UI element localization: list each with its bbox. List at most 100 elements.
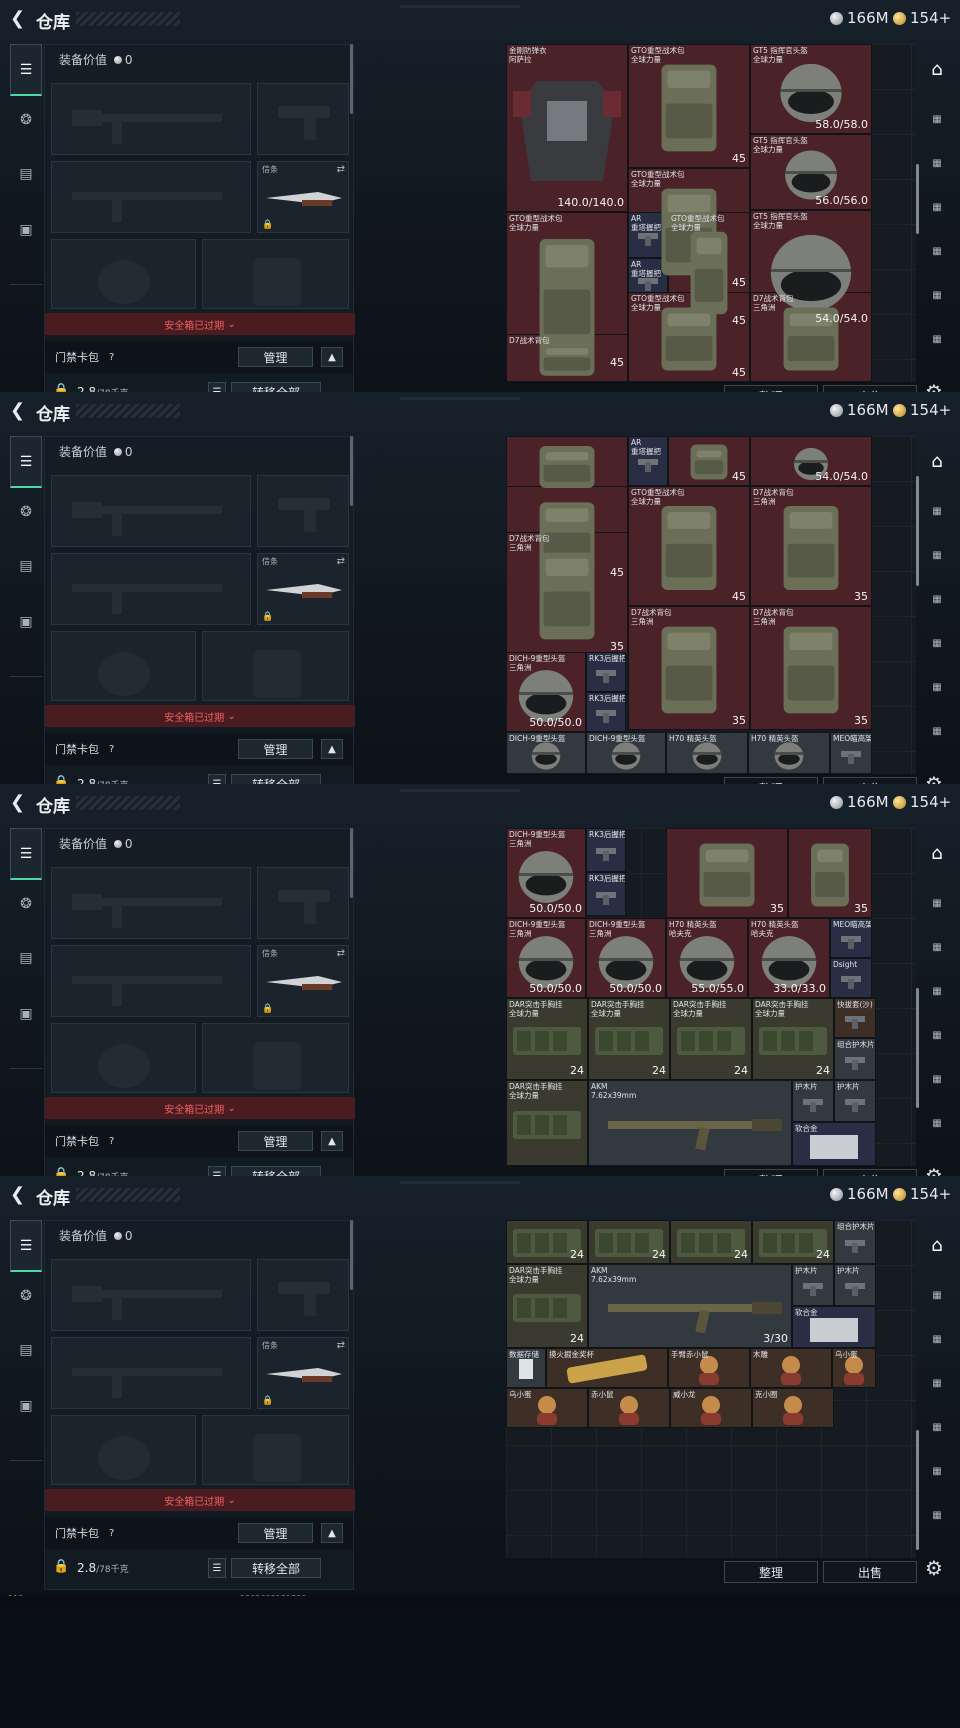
item-cell[interactable]: MEO瞄高架 <box>830 732 872 774</box>
grid-scrollbar[interactable] <box>916 1430 919 1550</box>
back-arrow-icon[interactable]: ❮ <box>10 402 28 420</box>
container-icon[interactable]: ▦ <box>920 886 954 920</box>
primary-weapon-slot[interactable] <box>51 867 251 939</box>
item-cell[interactable]: 35 <box>666 828 788 918</box>
item-cell[interactable]: RK3后握把 <box>586 828 626 872</box>
silver-currency[interactable]: 166M <box>830 1185 889 1203</box>
armor-tab-icon[interactable]: ❂ <box>10 1276 42 1316</box>
secondary-weapon-slot[interactable] <box>51 1337 251 1409</box>
item-cell[interactable]: 护木片 <box>834 1080 876 1122</box>
loadout-scrollbar[interactable] <box>350 828 353 898</box>
secondary-weapon-slot[interactable] <box>51 553 251 625</box>
item-cell[interactable]: RK3后握把 <box>586 872 626 916</box>
transfer-all-button[interactable]: 转移全部 <box>231 1558 321 1578</box>
item-cell[interactable]: MEO瞄高架 <box>830 918 872 958</box>
primary-weapon-slot[interactable] <box>51 1259 251 1331</box>
safe-box-expired[interactable]: 安全箱已过期 ⌄ <box>45 313 355 335</box>
manage-button[interactable]: 管理 <box>238 347 313 367</box>
item-cell[interactable]: 24 <box>506 1220 588 1264</box>
item-cell[interactable]: GTO重型战术包 全球力量 45 <box>628 292 750 382</box>
manage-button[interactable]: 管理 <box>238 1131 313 1151</box>
item-cell[interactable]: 护木片 <box>792 1264 834 1306</box>
item-cell[interactable]: 摸火掘金奖杯 <box>546 1348 668 1388</box>
container-icon[interactable]: ▦ <box>920 1278 954 1312</box>
pistol-slot[interactable] <box>257 83 349 155</box>
rig-tab-icon[interactable]: ▤ <box>10 1330 42 1370</box>
helmet-slot[interactable] <box>51 1023 196 1093</box>
item-cell[interactable]: 组合护木片 <box>834 1038 876 1080</box>
weapon-tab-icon[interactable]: ☰ <box>10 828 42 880</box>
helmet-slot[interactable] <box>51 1415 196 1485</box>
primary-weapon-slot[interactable] <box>51 83 251 155</box>
primary-weapon-slot[interactable] <box>51 475 251 547</box>
item-cell[interactable]: 乌小蛋 <box>832 1348 876 1388</box>
item-cell[interactable]: H70 精英头盔 哈夫克 33.0/33.0 <box>748 918 830 998</box>
container-icon[interactable]: ▦ <box>920 494 954 528</box>
container-icon[interactable]: ▦ <box>920 146 954 180</box>
gold-currency[interactable]: 154+ <box>893 1185 951 1203</box>
item-cell[interactable]: DICH-9重型头盔 三角洲 50.0/50.0 <box>506 918 586 998</box>
item-cell[interactable]: DICH-9重型头盔 <box>586 732 666 774</box>
container-icon[interactable]: ▦ <box>920 670 954 704</box>
manage-button[interactable]: 管理 <box>238 739 313 759</box>
armor-tab-icon[interactable]: ❂ <box>10 100 42 140</box>
item-cell[interactable]: AKM 7.62x39mm <box>588 1080 792 1166</box>
melee-slot[interactable]: 信条 ⇄ 🔒 <box>257 945 349 1017</box>
pistol-slot[interactable] <box>257 475 349 547</box>
rig-tab-icon[interactable]: ▤ <box>10 938 42 978</box>
vault-icon[interactable]: ⌂ <box>920 836 954 870</box>
sort-button[interactable]: 整理 <box>724 1561 818 1583</box>
briefcase-tab-icon[interactable]: ▣ <box>10 210 42 250</box>
item-cell[interactable]: GT5 指挥官头盔 全球力量 56.0/56.0 <box>750 134 872 210</box>
item-cell[interactable]: D7战术背包 三角洲 35 <box>750 606 872 730</box>
container-icon[interactable]: ▦ <box>920 1062 954 1096</box>
armor-tab-icon[interactable]: ❂ <box>10 884 42 924</box>
item-cell[interactable]: DAR突击手胸挂 全球力量 <box>506 1080 588 1166</box>
back-arrow-icon[interactable]: ❮ <box>10 10 28 28</box>
container-icon[interactable]: ▦ <box>920 190 954 224</box>
item-cell[interactable]: H70 精英头盔 <box>666 732 748 774</box>
container-icon[interactable]: ▦ <box>920 102 954 136</box>
briefcase-tab-icon[interactable]: ▣ <box>10 994 42 1034</box>
item-cell[interactable]: 软合金 <box>792 1306 876 1348</box>
container-icon[interactable]: ▦ <box>920 1366 954 1400</box>
grid-scrollbar[interactable] <box>916 164 919 234</box>
safe-box-expired[interactable]: 安全箱已过期 ⌄ <box>45 1489 355 1511</box>
item-cell[interactable]: 45 <box>668 436 750 486</box>
rig-tab-icon[interactable]: ▤ <box>10 154 42 194</box>
item-cell[interactable]: 克小圈 <box>752 1388 834 1428</box>
container-icon[interactable]: ▦ <box>920 1410 954 1444</box>
armor-slot[interactable] <box>202 239 349 309</box>
weapon-tab-icon[interactable]: ☰ <box>10 1220 42 1272</box>
item-cell[interactable]: DICH-9重型头盔 三角洲 50.0/50.0 <box>586 918 666 998</box>
item-cell[interactable]: 赤小鼠 <box>588 1388 670 1428</box>
item-cell[interactable]: 金刚防弹衣 阿萨拉 140.0/140.0 <box>506 44 628 212</box>
list-icon[interactable]: ☰ <box>208 1558 226 1578</box>
item-cell[interactable]: 24 <box>752 1220 834 1264</box>
secondary-weapon-slot[interactable] <box>51 161 251 233</box>
container-icon[interactable]: ▦ <box>920 974 954 1008</box>
chevron-up-icon[interactable]: ▲ <box>321 1131 343 1151</box>
loadout-scrollbar[interactable] <box>350 44 353 114</box>
vault-icon[interactable]: ⌂ <box>920 444 954 478</box>
pistol-slot[interactable] <box>257 867 349 939</box>
chevron-up-icon[interactable]: ▲ <box>321 739 343 759</box>
armor-tab-icon[interactable]: ❂ <box>10 492 42 532</box>
silver-currency[interactable]: 166M <box>830 401 889 419</box>
helmet-slot[interactable] <box>51 631 196 701</box>
item-cell[interactable]: 软合金 <box>792 1122 876 1166</box>
gold-currency[interactable]: 154+ <box>893 9 951 27</box>
item-cell[interactable]: 组合护木片 <box>834 1220 876 1264</box>
item-cell[interactable]: 24 <box>670 1220 752 1264</box>
gold-currency[interactable]: 154+ <box>893 793 951 811</box>
loadout-scrollbar[interactable] <box>350 1220 353 1290</box>
item-cell[interactable]: RK3后握把 <box>586 652 626 692</box>
item-cell[interactable]: 快拔套(沙) <box>834 998 876 1038</box>
helmet-slot[interactable] <box>51 239 196 309</box>
silver-currency[interactable]: 166M <box>830 9 889 27</box>
item-cell[interactable]: Dsight <box>830 958 872 998</box>
grid-scrollbar[interactable] <box>916 988 919 1108</box>
container-icon[interactable]: ▦ <box>920 538 954 572</box>
container-icon[interactable]: ▦ <box>920 930 954 964</box>
container-icon[interactable]: ▦ <box>920 1498 954 1532</box>
